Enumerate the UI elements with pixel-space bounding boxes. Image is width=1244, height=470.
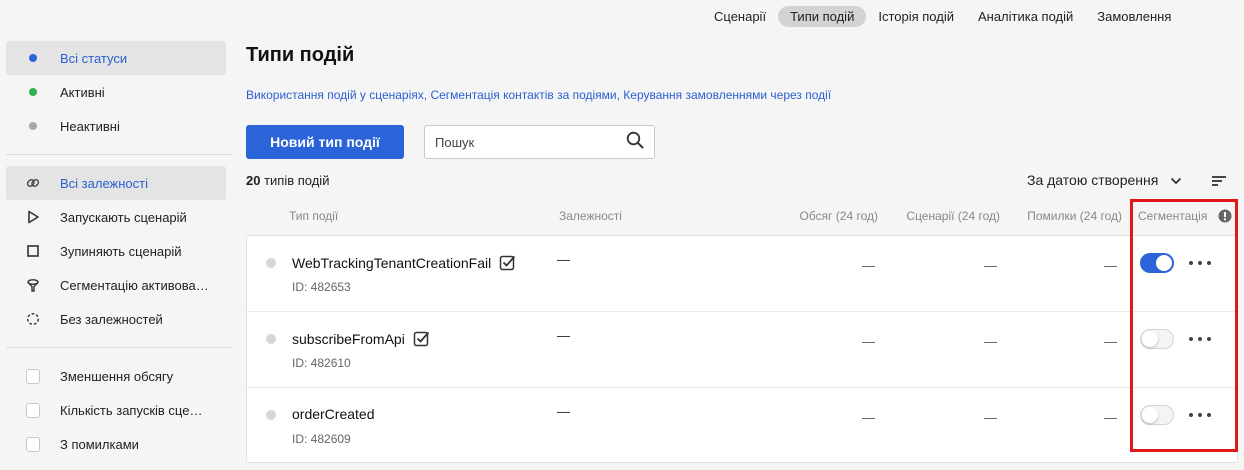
errors-value: —	[1104, 410, 1117, 425]
sidebar-item-label: Кількість запусків сце…	[60, 402, 203, 418]
stop-icon	[26, 244, 40, 258]
event-types-table: WebTrackingTenantCreationFail ID: 482653…	[246, 235, 1238, 463]
status-dot-icon	[266, 258, 276, 268]
errors-value: —	[1104, 258, 1117, 273]
dot-gray-icon	[26, 119, 40, 133]
segmentation-toggle[interactable]	[1140, 253, 1174, 273]
sidebar-item-label: Неактивні	[60, 118, 120, 134]
dependencies-value: —	[557, 404, 570, 419]
tab-event-types[interactable]: Типи подій	[778, 5, 867, 27]
sidebar-checkbox-launch-count[interactable]: Кількість запусків сце…	[6, 393, 226, 427]
checkbox-icon[interactable]	[26, 368, 40, 384]
sidebar-item-stop-scenario[interactable]: Зупиняють сценарій	[6, 234, 226, 268]
dependencies-value: —	[557, 328, 570, 343]
volume-value: —	[862, 258, 875, 273]
table-row[interactable]: subscribeFromApi ID: 482610 — — — —	[247, 312, 1237, 388]
table-row[interactable]: orderCreated ID: 482609 — — — —	[247, 388, 1237, 464]
sidebar-item-label: Всі статуси	[60, 50, 128, 66]
sidebar-item-start-scenario[interactable]: Запускають сценарій	[6, 200, 226, 234]
help-link-segmentation[interactable]: Сегментація контактів за подіями	[430, 88, 616, 102]
search-box	[424, 125, 655, 159]
dot-blue-icon	[26, 51, 40, 65]
column-header-errors[interactable]: Помилки (24 год)	[1004, 209, 1122, 223]
new-event-type-button[interactable]: Новий тип події	[246, 125, 404, 159]
sidebar-item-label: Зупиняють сценарій	[60, 243, 182, 259]
checkbox-checked-icon	[413, 330, 430, 347]
volume-value: —	[862, 334, 875, 349]
volume-value: —	[862, 410, 875, 425]
sidebar-item-label: Всі залежності	[60, 175, 148, 191]
scenarios-value: —	[984, 410, 997, 425]
chevron-down-icon	[1170, 172, 1182, 188]
status-dot-icon	[266, 410, 276, 420]
help-link-orders[interactable]: Керування замовленнями через події	[623, 88, 831, 102]
page-title: Типи подій	[246, 44, 355, 66]
checkbox-checked-icon	[499, 254, 516, 271]
sidebar-item-label: Сегментацію активова…	[60, 277, 209, 293]
table-row[interactable]: WebTrackingTenantCreationFail ID: 482653…	[247, 236, 1237, 312]
tab-event-history[interactable]: Історія подій	[866, 6, 966, 27]
sidebar: Всі статуси Активні Неактивні Всі залежн…	[6, 41, 232, 461]
dashed-circle-icon	[26, 312, 40, 326]
sidebar-item-label: З помилками	[60, 436, 139, 452]
more-options-icon[interactable]	[1189, 257, 1211, 269]
event-type-name[interactable]: WebTrackingTenantCreationFail	[292, 254, 516, 271]
sort-label: За датою створення	[1027, 172, 1159, 188]
help-links: Використання подій у сценаріях, Сегмента…	[246, 88, 832, 102]
scenarios-value: —	[984, 334, 997, 349]
sidebar-divider	[6, 347, 232, 348]
event-types-count: 20 типів подій	[246, 173, 330, 188]
column-header-dependencies[interactable]: Залежності	[559, 209, 622, 223]
more-options-icon[interactable]	[1189, 409, 1211, 421]
segmentation-toggle[interactable]	[1140, 405, 1174, 425]
checkbox-icon[interactable]	[26, 436, 40, 452]
play-icon	[26, 210, 40, 224]
column-header-segmentation[interactable]: Сегментація	[1138, 209, 1207, 223]
sort-dropdown[interactable]: За датою створення	[1027, 172, 1182, 188]
column-header-type[interactable]: Тип події	[289, 209, 338, 223]
dependencies-value: —	[557, 252, 570, 267]
help-link-scenarios[interactable]: Використання подій у сценаріях	[246, 88, 424, 102]
sidebar-checkbox-volume-decrease[interactable]: Зменшення обсягу	[6, 359, 226, 393]
tab-scenarios[interactable]: Сценарії	[702, 6, 778, 27]
sidebar-item-all-dependencies[interactable]: Всі залежності	[6, 166, 226, 200]
sidebar-item-label: Запускають сценарій	[60, 209, 187, 225]
sidebar-item-all-statuses[interactable]: Всі статуси	[6, 41, 226, 75]
dot-green-icon	[26, 85, 40, 99]
sidebar-item-label: Зменшення обсягу	[60, 368, 174, 384]
sidebar-divider	[6, 154, 232, 155]
event-type-id: ID: 482653	[292, 280, 351, 294]
sidebar-item-label: Активні	[60, 84, 105, 100]
errors-value: —	[1104, 334, 1117, 349]
funnel-icon	[26, 278, 40, 292]
search-input[interactable]	[435, 134, 626, 150]
sidebar-checkbox-with-errors[interactable]: З помилками	[6, 427, 226, 461]
checkbox-icon[interactable]	[26, 402, 40, 418]
sidebar-item-segmentation-activated[interactable]: Сегментацію активова…	[6, 268, 226, 302]
sidebar-item-inactive[interactable]: Неактивні	[6, 109, 226, 143]
sidebar-item-no-dependencies[interactable]: Без залежностей	[6, 302, 226, 336]
sidebar-item-active[interactable]: Активні	[6, 75, 226, 109]
tab-orders[interactable]: Замовлення	[1085, 6, 1183, 27]
search-icon[interactable]	[626, 131, 644, 154]
event-type-id: ID: 482609	[292, 432, 351, 446]
event-type-name[interactable]: subscribeFromApi	[292, 330, 430, 347]
top-nav: Сценарії Типи подій Історія подій Аналіт…	[702, 5, 1183, 27]
tab-event-analytics[interactable]: Аналітика подій	[966, 6, 1085, 27]
sort-order-icon[interactable]	[1212, 174, 1226, 192]
sidebar-item-label: Без залежностей	[60, 311, 163, 327]
event-type-id: ID: 482610	[292, 356, 351, 370]
column-header-scenarios[interactable]: Сценарії (24 год)	[880, 209, 1000, 223]
info-icon[interactable]	[1218, 209, 1232, 228]
scenarios-value: —	[984, 258, 997, 273]
column-header-volume[interactable]: Обсяг (24 год)	[752, 209, 878, 223]
status-dot-icon	[266, 334, 276, 344]
event-type-name[interactable]: orderCreated	[292, 406, 375, 422]
more-options-icon[interactable]	[1189, 333, 1211, 345]
segmentation-toggle[interactable]	[1140, 329, 1174, 349]
link-icon	[26, 176, 40, 190]
